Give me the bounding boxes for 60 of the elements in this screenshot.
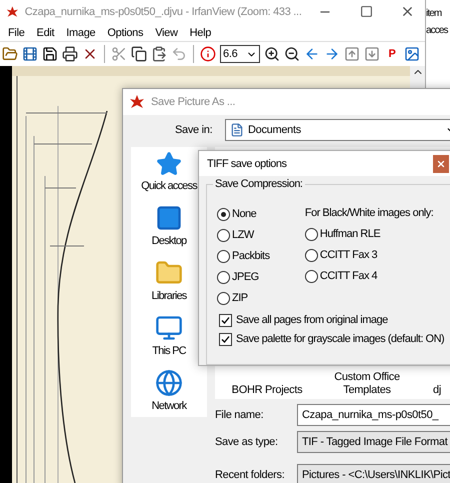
menu-item[interactable]: View [149,26,184,38]
zoom-out-icon[interactable] [284,46,300,62]
type-dropdown[interactable]: TIF - Tagged Image File Format [297,431,450,453]
radio-option[interactable]: CCITT Fax 4 [304,269,450,284]
radio-option[interactable]: CCITT Fax 3 [304,248,450,262]
radio-option[interactable]: JPEG [217,270,285,284]
menu-item[interactable]: File [2,26,31,38]
maximize-icon[interactable] [360,5,373,18]
radio-option[interactable]: LZW [217,228,285,242]
field-label: Save as type: [215,436,279,448]
field-label: Recent folders: [215,469,286,481]
place-item[interactable]: Network [152,369,186,412]
save-in-dropdown[interactable]: Documents [225,119,450,141]
computer-icon [155,314,183,342]
menu-item[interactable]: Image [60,26,102,38]
dialog-title: TIFF save options [207,158,287,170]
close-button[interactable] [433,154,449,173]
folder-icon[interactable] [2,46,18,62]
menu-item[interactable]: Options [101,26,150,38]
checkbox-option[interactable]: Save all pages from original image [219,313,450,328]
folder-item[interactable]: BOHR Projects [227,384,307,397]
menu-item[interactable]: Edit [30,26,60,38]
star-icon [156,151,182,177]
desktop-icon [154,204,183,232]
close-icon [436,158,446,169]
image-icon[interactable] [404,46,420,62]
save-icon[interactable] [42,46,58,62]
type-dropdown[interactable]: Pictures - <C:\Users\INKLIK\Pict [297,464,450,483]
folder-item[interactable]: Custom Office Templates [327,371,407,397]
zoom-in-icon[interactable] [264,46,280,62]
place-item[interactable]: Libraries [152,259,186,302]
document-icon [230,123,244,137]
globe-icon [155,369,183,397]
p-button[interactable]: P [384,48,400,60]
radio-option[interactable]: Huffman RLE [304,227,450,242]
background-window-text: item [425,8,442,19]
dialog-title: Save Picture As ... [151,96,236,108]
field-label: File name: [215,409,264,421]
radio-option[interactable]: Packbits [217,249,285,264]
background-window-text: acces [425,25,450,36]
place-item[interactable]: This PC [152,314,186,357]
radio-option[interactable]: ZIP [217,291,285,306]
place-item[interactable]: Desktop [152,204,186,247]
section-label: For Black/White images only: [304,207,434,220]
group-label: Save Compression: [213,178,304,190]
folder-item[interactable]: dj [427,384,447,397]
window-title: Czapa_nurnika_ms-p0s0t50_.djvu - IrfanView (Zoom: 433 ... [24,6,302,18]
copy-icon[interactable] [131,46,147,62]
radio-option[interactable]: None [217,207,285,222]
info-icon[interactable] [200,46,216,62]
place-item[interactable]: Quick access [141,151,197,192]
menu-item[interactable]: Help [184,26,218,38]
printer-icon[interactable] [62,46,78,62]
file-name-field[interactable]: Czapa_nurnika_ms-p0s0t50_ [297,404,450,426]
checkbox-option[interactable]: Save palette for grayscale images (default: ON) [219,332,450,346]
film-icon[interactable] [22,46,38,62]
zoom-dropdown[interactable]: 6.6 [220,45,260,64]
field-label: Save in: [175,124,214,136]
paste-icon[interactable] [151,46,167,62]
app-logo-icon [129,94,145,110]
